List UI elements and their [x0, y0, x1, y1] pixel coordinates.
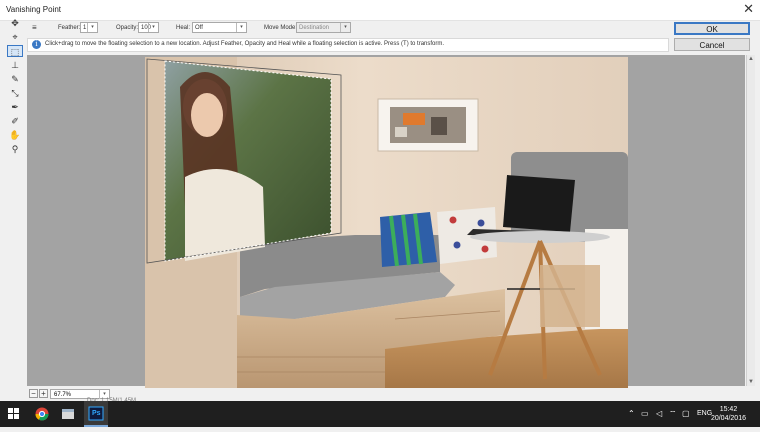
marquee-tool-icon[interactable]: ⬚ [7, 45, 23, 57]
stamp-tool-icon[interactable]: ⊥ [7, 59, 23, 71]
transform-tool-icon[interactable]: ⤡ [7, 87, 23, 99]
eyedropper-tool-icon[interactable]: ✒ [7, 101, 23, 113]
heal-value: Off [195, 25, 203, 31]
room-photo [145, 57, 628, 388]
chevron-down-icon[interactable]: ▾ [148, 23, 158, 32]
scroll-down-icon[interactable]: ▼ [747, 379, 755, 385]
clock-time: 15:42 [719, 406, 738, 413]
chevron-down-icon: ▾ [340, 23, 350, 32]
heal-select[interactable]: Off ▾ [192, 22, 247, 33]
folder-icon [62, 409, 74, 419]
opacity-field[interactable]: 100 ▾ [138, 22, 159, 33]
edit-plane-tool-icon[interactable]: ✥ [7, 17, 23, 29]
message-icon[interactable]: ▢ [682, 409, 690, 418]
ok-button[interactable]: OK [674, 22, 750, 35]
cancel-button[interactable]: Cancel [674, 38, 750, 51]
chevron-down-icon[interactable]: ▾ [87, 23, 97, 32]
measure-tool-icon[interactable]: ✐ [7, 115, 23, 127]
chrome-icon [35, 407, 49, 421]
file-explorer-taskbar-icon[interactable] [56, 401, 80, 427]
info-icon: i [32, 40, 41, 49]
zoom-in-button[interactable]: + [39, 389, 48, 398]
move-mode-label: Move Mode: [264, 25, 298, 31]
zoom-out-button[interactable]: − [29, 389, 38, 398]
chrome-taskbar-icon[interactable] [30, 401, 54, 427]
create-plane-tool-icon[interactable]: ⌖ [7, 31, 23, 43]
move-mode-value: Destination [299, 25, 330, 31]
zoom-tool-icon[interactable]: ⚲ [7, 143, 23, 155]
network-icon[interactable]: ⌔ [669, 409, 677, 419]
heal-label: Heal: [176, 25, 191, 31]
close-icon[interactable]: ✕ [743, 2, 754, 16]
brush-tool-icon[interactable]: ✎ [7, 73, 23, 85]
windows-taskbar: Ps ⌃ ▭ ◁ ⌔ ▢ ENG 15:42 20/04/2016 [0, 401, 760, 427]
tool-palette: ✥ ⌖ ⬚ ⊥ ✎ ⤡ ✒ ✐ ✋ ⚲ [7, 17, 25, 157]
options-menu-icon[interactable]: ≡ [32, 23, 37, 32]
volume-icon[interactable]: ◁ [656, 409, 662, 418]
window-title: Vanishing Point [6, 5, 61, 14]
info-bar: i Click+drag to move the floating select… [27, 38, 669, 52]
move-mode-select: Destination ▾ [296, 22, 351, 33]
preview-image[interactable] [145, 57, 628, 388]
chevron-up-icon[interactable]: ⌃ [628, 409, 635, 418]
zoom-value: 67.7% [54, 392, 72, 398]
info-text: Click+drag to move the floating selectio… [45, 41, 445, 47]
feather-label: Feather: [58, 25, 81, 31]
clock-date: 20/04/2016 [710, 415, 746, 422]
feather-value: 1 [83, 25, 87, 31]
hand-tool-icon[interactable]: ✋ [7, 129, 23, 141]
battery-icon[interactable]: ▭ [641, 409, 649, 418]
zoom-bar: − + 67.7% ▾ Doc: 1.15M/1.45M [27, 388, 745, 404]
chevron-down-icon[interactable]: ▾ [236, 23, 246, 32]
window-titlebar: Vanishing Point ✕ [0, 0, 760, 21]
taskbar-clock[interactable]: 15:42 20/04/2016 [711, 405, 746, 423]
photoshop-label: Ps [92, 410, 101, 417]
opacity-label: Opacity: [116, 25, 139, 31]
photoshop-taskbar-icon[interactable]: Ps [84, 401, 108, 427]
scroll-up-icon[interactable]: ▲ [747, 56, 755, 62]
vertical-scrollbar[interactable]: ▲ ▼ [746, 55, 755, 386]
feather-field[interactable]: 1 ▾ [80, 22, 98, 33]
language-indicator[interactable]: ENG [697, 410, 712, 417]
windows-start-icon[interactable] [8, 408, 20, 420]
